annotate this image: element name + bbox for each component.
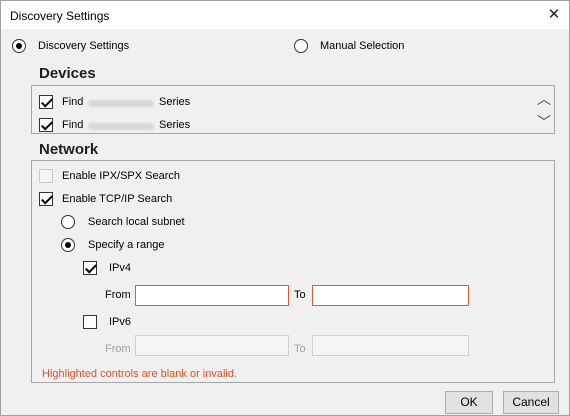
device-prefix-1: Find — [62, 96, 84, 108]
close-icon: ✕ — [547, 6, 561, 23]
device-suffix-2: Series — [159, 119, 191, 131]
ipx-spx-checkbox[interactable] — [39, 169, 53, 183]
validation-error-text: Highlighted controls are blank or invali… — [42, 368, 238, 380]
ipv6-from-field[interactable] — [135, 335, 289, 356]
tcpip-checkbox[interactable] — [39, 192, 53, 206]
device-checkbox-1[interactable] — [39, 95, 53, 109]
title-bar: Discovery Settings ✕ — [1, 1, 569, 29]
chevron-down-icon: ﹀ — [537, 114, 551, 130]
network-heading: Network — [39, 141, 99, 158]
scroll-up-button[interactable]: ︿ — [536, 91, 552, 107]
device-checkbox-2[interactable] — [39, 118, 53, 132]
ok-button[interactable]: OK — [445, 391, 493, 414]
discovery-settings-radio[interactable] — [12, 39, 26, 53]
device-label-1: Find — [62, 96, 83, 108]
manual-selection-radio-label[interactable]: Manual Selection — [320, 40, 404, 52]
devices-heading: Devices — [39, 65, 96, 82]
manual-selection-radio[interactable] — [294, 39, 308, 53]
close-button[interactable]: ✕ — [539, 1, 569, 29]
redacted-model-name-2 — [88, 123, 154, 130]
search-local-subnet-label[interactable]: Search local subnet — [88, 216, 185, 228]
ipv6-to-label: To — [294, 343, 306, 355]
chevron-up-icon: ︿ — [537, 91, 551, 107]
scroll-down-button[interactable]: ﹀ — [536, 114, 552, 130]
ipv6-to-field[interactable] — [312, 335, 469, 356]
ipv4-checkbox[interactable] — [83, 261, 97, 275]
specify-range-label[interactable]: Specify a range — [88, 239, 164, 251]
ipv4-from-label: From — [105, 289, 131, 301]
network-group: Enable IPX/SPX Search Enable TCP/IP Sear… — [31, 160, 555, 383]
discovery-settings-radio-label[interactable]: Discovery Settings — [38, 40, 129, 52]
ipv4-label: IPv4 — [109, 262, 132, 274]
discovery-settings-dialog: Discovery Settings ✕ Discovery Settings … — [0, 0, 570, 416]
search-local-subnet-radio[interactable] — [61, 215, 75, 229]
ipv6-checkbox[interactable] — [83, 315, 97, 329]
window-title: Discovery Settings — [10, 9, 110, 23]
ipx-spx-label: Enable IPX/SPX Search — [62, 170, 181, 182]
ipv4-from-field[interactable] — [135, 285, 289, 306]
devices-list[interactable]: Find Series Find Series ︿ ﹀ — [31, 85, 555, 134]
tcpip-label: Enable TCP/IP Search — [62, 193, 173, 205]
cancel-button[interactable]: Cancel — [503, 391, 559, 414]
ipv6-label: IPv6 — [109, 316, 132, 328]
redacted-model-name-1 — [88, 100, 154, 107]
ipv4-to-field[interactable] — [312, 285, 469, 306]
ipv6-from-label: From — [105, 343, 131, 355]
device-prefix-2: Find — [62, 119, 84, 131]
device-suffix-1: Series — [159, 96, 191, 108]
ipv4-to-label: To — [294, 289, 306, 301]
specify-range-radio[interactable] — [61, 238, 75, 252]
